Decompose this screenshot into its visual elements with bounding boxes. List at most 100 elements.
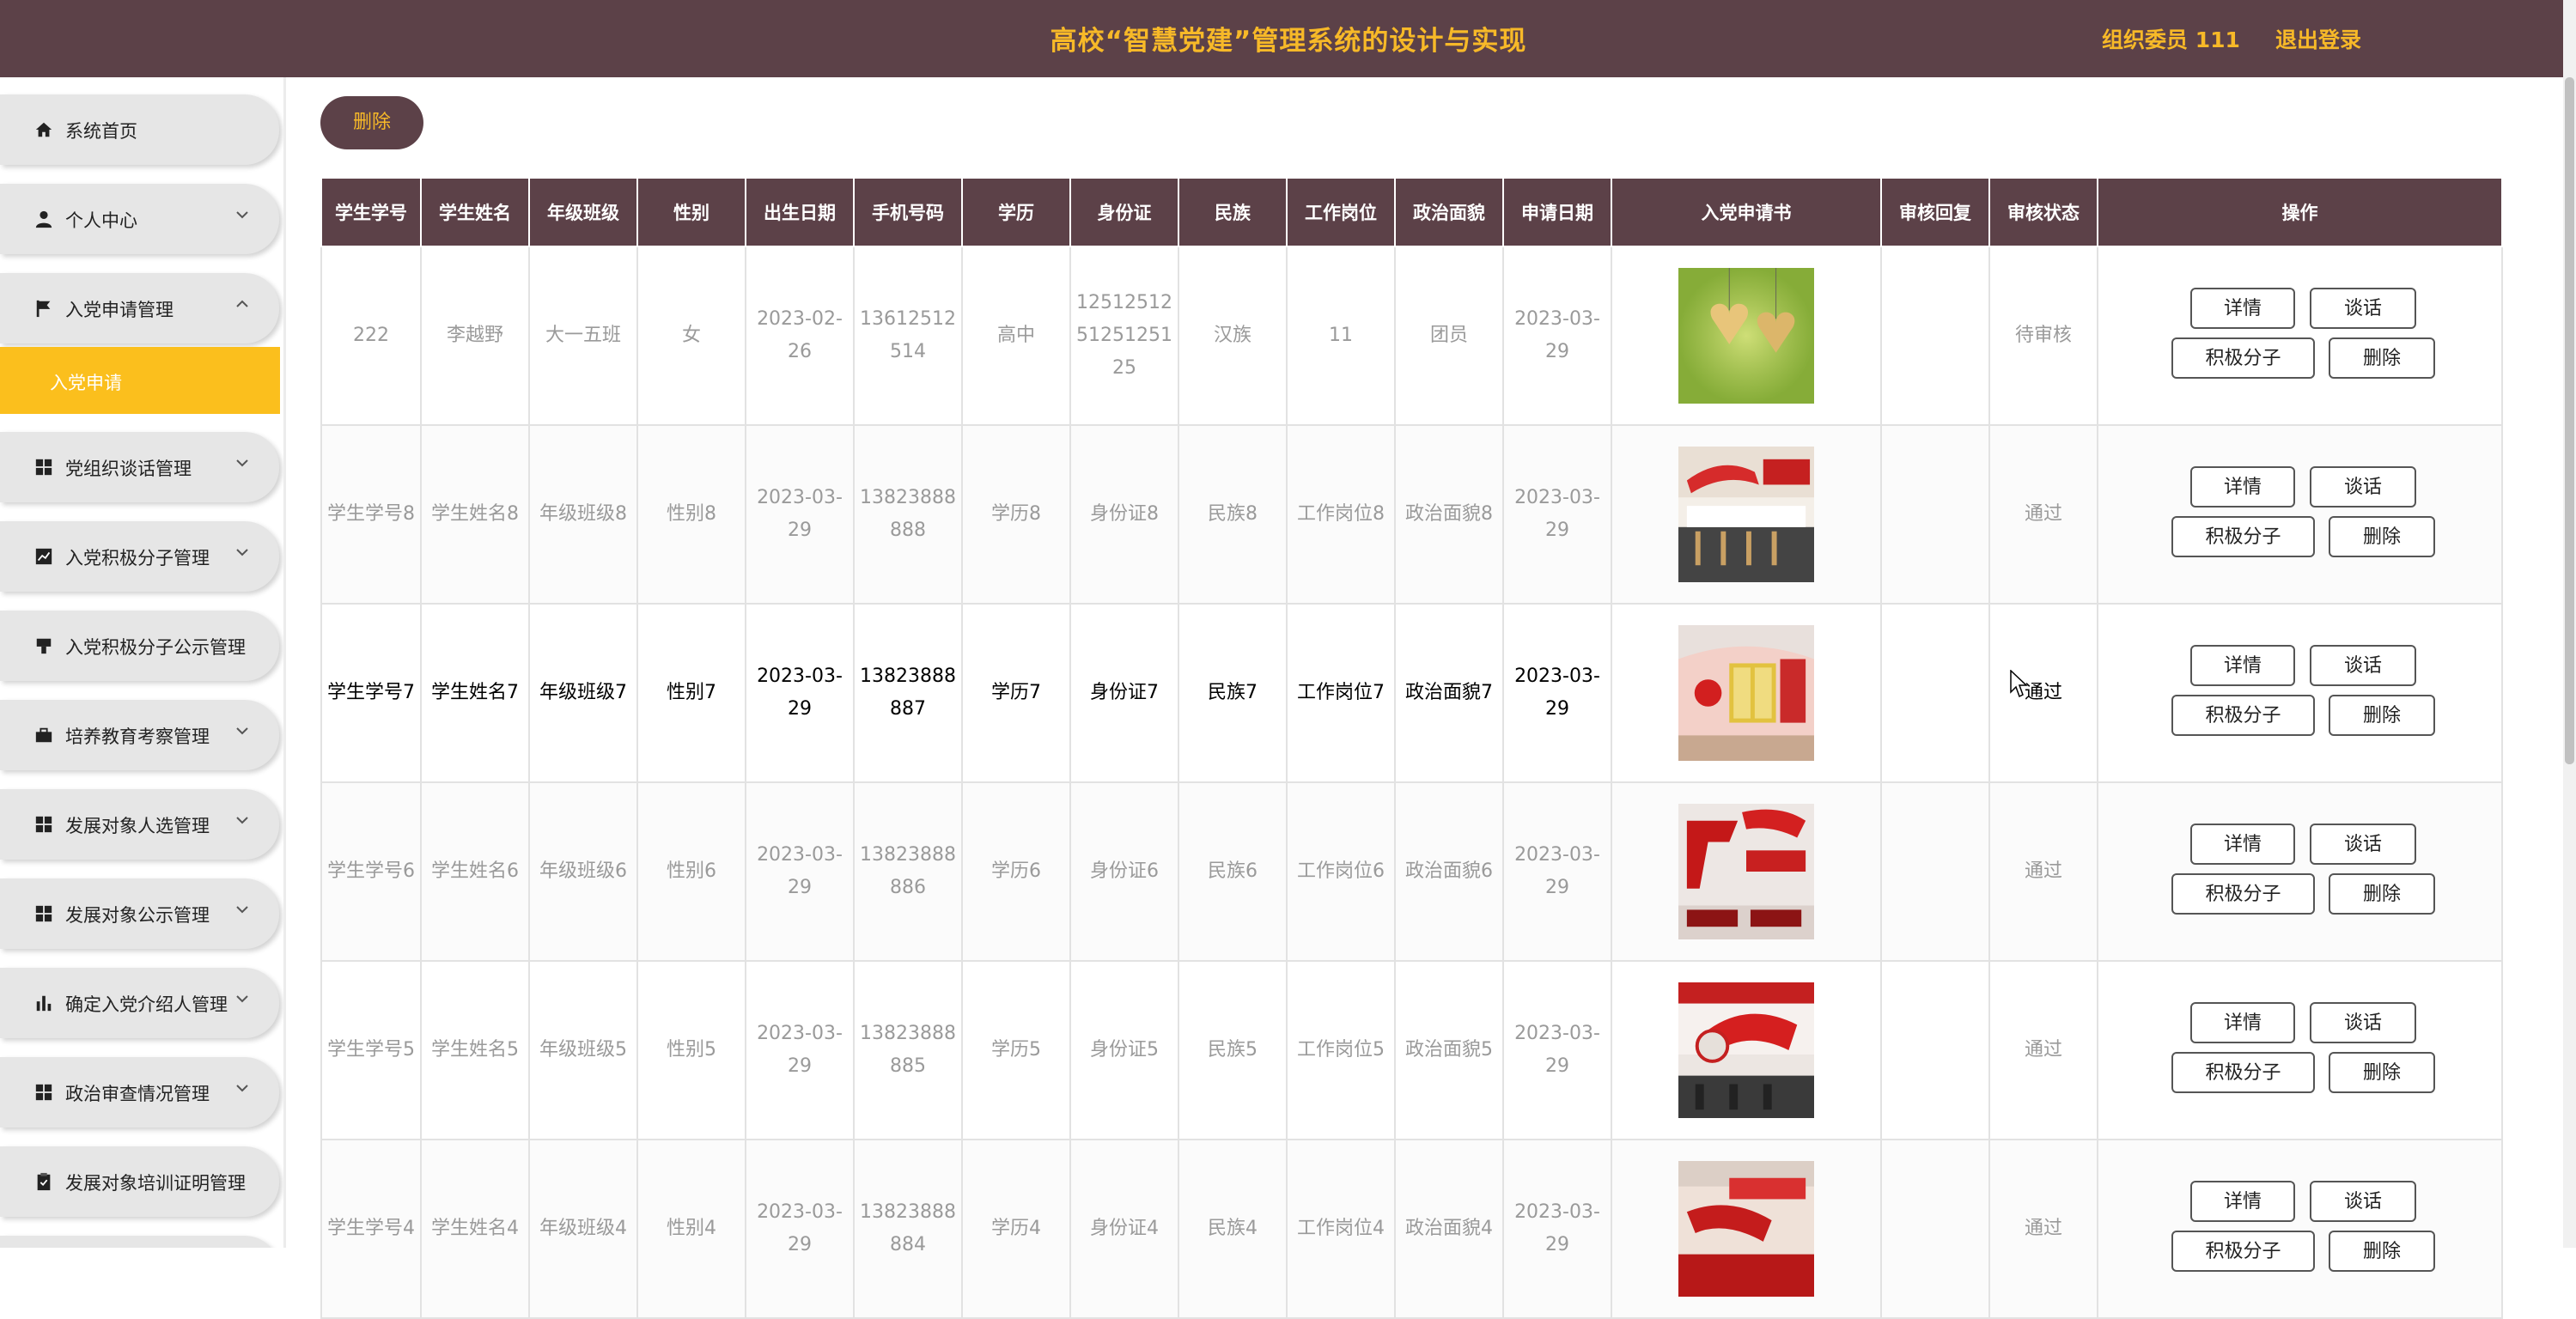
sidebar-subitem-party-application[interactable]: 入党申请: [0, 347, 280, 414]
top-header: 高校“智慧党建”管理系统的设计与实现 组织委员 111 退出登录: [0, 0, 2563, 77]
cell-application-letter: [1611, 781, 1882, 962]
cell-application-letter: [1611, 246, 1882, 426]
set-activist-button[interactable]: 积极分子: [2171, 1052, 2315, 1093]
cell-job: 工作岗位8: [1286, 424, 1396, 605]
detail-button[interactable]: 详情: [2190, 824, 2295, 865]
party-room-image[interactable]: [1678, 625, 1814, 761]
delete-row-button[interactable]: 删除: [2329, 695, 2435, 736]
user-icon: [34, 210, 53, 228]
sidebar-item-more[interactable]: [0, 1236, 279, 1248]
page-scrollbar[interactable]: [2563, 0, 2576, 1248]
detail-button[interactable]: 详情: [2190, 288, 2295, 329]
talk-button[interactable]: 谈话: [2310, 645, 2416, 686]
delete-row-button[interactable]: 删除: [2329, 337, 2435, 379]
table-row[interactable]: 学生学号7 学生姓名7 年级班级7 性别7 2023-03-29 13823888887 学…: [320, 603, 2503, 783]
detail-button[interactable]: 详情: [2190, 1181, 2295, 1222]
cell-id: 学生学号4: [320, 1139, 422, 1319]
logout-link[interactable]: 退出登录: [2275, 23, 2361, 54]
sidebar-item-activist[interactable]: 入党积极分子管理: [0, 521, 279, 592]
delete-row-button[interactable]: 删除: [2329, 1231, 2435, 1272]
talk-button[interactable]: 谈话: [2310, 1002, 2416, 1043]
sidebar-item-party-application[interactable]: 入党申请管理: [0, 273, 279, 343]
grid-icon: [34, 458, 53, 477]
delete-row-button[interactable]: 删除: [2329, 873, 2435, 915]
sidebar-item-label: 入党申请管理: [65, 300, 174, 320]
cell-name: 学生姓名6: [420, 781, 530, 962]
detail-button[interactable]: 详情: [2190, 1002, 2295, 1043]
cell-apply-date: 2023-03-29: [1502, 1139, 1612, 1319]
cell-id: 学生学号5: [320, 960, 422, 1140]
sidebar-item-political-review[interactable]: 政治审查情况管理: [0, 1057, 279, 1128]
set-activist-button[interactable]: 积极分子: [2171, 516, 2315, 557]
detail-button[interactable]: 详情: [2190, 645, 2295, 686]
sidebar-item-activist-publicity[interactable]: 入党积极分子公示管理: [0, 611, 279, 681]
cell-edu: 学历4: [961, 1139, 1071, 1319]
cell-review-reply: [1880, 1139, 1990, 1319]
scrollbar-thumb[interactable]: [2565, 77, 2574, 764]
system-title: 高校“智慧党建”管理系统的设计与实现: [1050, 26, 1527, 57]
table-header-row: 学生学号 学生姓名 年级班级 性别 出生日期 手机号码 学历 身份证 民族 工作岗位 政治面貌 申请日…: [320, 177, 2503, 247]
red-slogan-image[interactable]: [1678, 804, 1814, 939]
cell-review-reply: [1880, 781, 1990, 962]
chevron-down-icon: [234, 990, 251, 1007]
sidebar-item-talk[interactable]: 党组织谈话管理: [0, 432, 279, 502]
cell-class: 年级班级8: [528, 424, 638, 605]
party-banner-image[interactable]: [1678, 1161, 1814, 1297]
talk-button[interactable]: 谈话: [2310, 288, 2416, 329]
cell-review-status: 通过: [1988, 603, 2098, 783]
set-activist-button[interactable]: 积极分子: [2171, 695, 2315, 736]
cell-name: 学生姓名8: [420, 424, 530, 605]
cell-phone: 13612512514: [853, 246, 963, 426]
talk-button[interactable]: 谈话: [2310, 1181, 2416, 1222]
cell-birth: 2023-03-29: [745, 603, 855, 783]
chevron-down-icon: [234, 544, 251, 561]
sidebar-item-candidate-publicity[interactable]: 发展对象公示管理: [0, 878, 279, 949]
cell-political: 团员: [1394, 246, 1504, 426]
set-activist-button[interactable]: 积极分子: [2171, 337, 2315, 379]
table-row[interactable]: 学生学号8 学生姓名8 年级班级8 性别8 2023-03-29 13823888888 学…: [320, 424, 2503, 605]
sidebar-item-home[interactable]: 系统首页: [0, 94, 279, 165]
cell-ethnic: 民族5: [1178, 960, 1288, 1140]
cell-review-reply: [1880, 246, 1990, 426]
sidebar-item-introducer[interactable]: 确定入党介绍人管理: [0, 968, 279, 1038]
cell-political: 政治面貌4: [1394, 1139, 1504, 1319]
set-activist-button[interactable]: 积极分子: [2171, 1231, 2315, 1272]
talk-button[interactable]: 谈话: [2310, 466, 2416, 508]
chevron-down-icon: [234, 454, 251, 471]
cell-gender: 性别5: [636, 960, 746, 1140]
delete-row-button[interactable]: 删除: [2329, 1052, 2435, 1093]
sidebar-item-training-certificate[interactable]: 发展对象培训证明管理: [0, 1146, 279, 1217]
set-activist-button[interactable]: 积极分子: [2171, 873, 2315, 915]
cell-political: 政治面貌7: [1394, 603, 1504, 783]
party-wall-image[interactable]: [1678, 447, 1814, 582]
cell-ethnic: 汉族: [1178, 246, 1288, 426]
sidebar-item-label: 发展对象公示管理: [65, 905, 210, 926]
flag-hall-image[interactable]: [1678, 982, 1814, 1118]
cell-gender: 性别7: [636, 603, 746, 783]
cell-name: 学生姓名4: [420, 1139, 530, 1319]
table-row[interactable]: 学生学号5 学生姓名5 年级班级5 性别5 2023-03-29 13823888885 学…: [320, 960, 2503, 1140]
talk-button[interactable]: 谈话: [2310, 824, 2416, 865]
table-row[interactable]: 学生学号4 学生姓名4 年级班级4 性别4 2023-03-29 13823888884 学…: [320, 1139, 2503, 1319]
cell-actions: 详情 谈话积极分子 删除: [2097, 781, 2503, 962]
table-row[interactable]: 学生学号6 学生姓名6 年级班级6 性别6 2023-03-29 13823888886 学…: [320, 781, 2503, 962]
cell-actions: 详情 谈话积极分子 删除: [2097, 960, 2503, 1140]
cell-birth: 2023-03-29: [745, 960, 855, 1140]
table-row[interactable]: 222 李越野 大一五班女 2023-02-26 13612512514 高中 125125…: [320, 246, 2503, 426]
cell-apply-date: 2023-03-29: [1502, 424, 1612, 605]
cell-political: 政治面貌6: [1394, 781, 1504, 962]
briefcase-icon: [34, 726, 53, 745]
sidebar-item-label: 入党积极分子管理: [65, 548, 210, 568]
sidebar-item-profile[interactable]: 个人中心: [0, 184, 279, 254]
sidebar-item-candidate[interactable]: 发展对象人选管理: [0, 789, 279, 860]
detail-button[interactable]: 详情: [2190, 466, 2295, 508]
column-header: 性别: [636, 177, 746, 247]
column-header: 工作岗位: [1286, 177, 1396, 247]
sidebar-item-education[interactable]: 培养教育考察管理: [0, 700, 279, 770]
cell-birth: 2023-02-26: [745, 246, 855, 426]
cell-id: 学生学号6: [320, 781, 422, 962]
cell-review-reply: [1880, 424, 1990, 605]
hearts-image[interactable]: [1678, 268, 1814, 404]
delete-row-button[interactable]: 删除: [2329, 516, 2435, 557]
batch-delete-button[interactable]: 删除: [320, 96, 423, 149]
